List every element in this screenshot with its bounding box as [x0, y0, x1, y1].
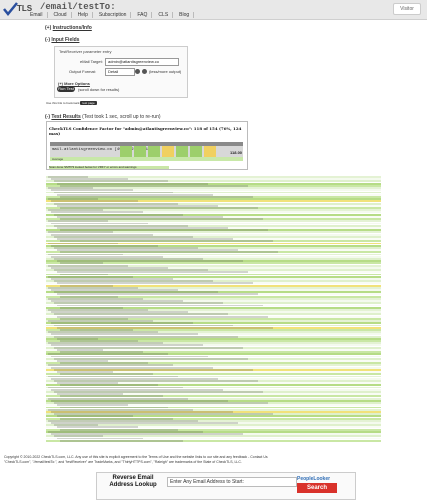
average-label: Average [52, 157, 64, 161]
ad-brand: PeopleLooker [297, 476, 331, 482]
menu-item-subscription[interactable]: Subscription [95, 12, 132, 18]
test-results-section-toggle[interactable]: (-) Test Results (Test took 1 sec, scrol… [45, 114, 161, 120]
result-cell-pass [190, 146, 202, 157]
results-title: CheckTLS Confidence Factor for "admin@at… [49, 126, 242, 136]
result-cell-pass [134, 146, 146, 157]
results-summary: CheckTLS Confidence Factor for "admin@at… [46, 121, 248, 170]
top-bar: TLS /email/testTo: Email Cloud Help Subs… [0, 0, 427, 20]
main-menu: Email Cloud Help Subscription FAQ CLS Bl… [26, 12, 195, 18]
form-legend: TestReceiver parameter entry [59, 49, 112, 54]
menu-item-blog[interactable]: Blog [175, 12, 195, 18]
results-table: mail.atlantisgreenview.co [49.76.227.211… [50, 142, 243, 162]
result-cell-warn [204, 146, 216, 157]
test-results-hint: (Test took 1 sec, scroll up to re-run) [82, 114, 161, 120]
menu-item-cloud[interactable]: Cloud [50, 12, 72, 18]
menu-item-email[interactable]: Email [26, 12, 48, 18]
bookmark-note: Use this link to bookmark test page [46, 101, 97, 105]
output-format-label: Output Format: [69, 69, 96, 74]
results-footer-note: Scan done SMTP3 looked below for VRFY or… [49, 166, 169, 169]
detail-log [46, 176, 381, 442]
email-label: eMail Target: [80, 59, 103, 64]
ad-search-button[interactable]: Search [297, 483, 337, 493]
page-footer: Copyright © 2010-2022 CheckTLS.com, LLC.… [4, 455, 424, 464]
trademark-text: "CheckTLS.com", "//email/testTo:", and "… [4, 459, 242, 464]
more-output-icon[interactable] [142, 69, 147, 74]
result-score: 118.00 [230, 150, 243, 155]
menu-item-faq[interactable]: FAQ [133, 12, 153, 18]
ad-title: Reverse Email Address Lookup [109, 475, 157, 488]
output-hint: (less/more output) [149, 69, 182, 74]
results-average-row [50, 157, 243, 161]
input-fields-section-toggle[interactable]: (-) Input Fields [45, 37, 79, 43]
log-line-text [60, 439, 183, 442]
less-output-icon[interactable] [135, 69, 140, 74]
instructions-link[interactable]: Instructions/Info [53, 25, 92, 31]
menu-item-help[interactable]: Help [74, 12, 93, 18]
menu-item-cls[interactable]: CLS [154, 12, 174, 18]
bookmark-link[interactable]: test page [80, 101, 97, 105]
result-cell-pass [148, 146, 160, 157]
instructions-section-toggle[interactable]: (+) Instructions/Info [45, 25, 92, 31]
output-format-select[interactable]: Detail [105, 68, 135, 76]
result-cell-pass [120, 146, 132, 157]
run-hint: (scroll down for results) [78, 87, 120, 92]
page-title: /email/testTo: [40, 2, 116, 12]
result-cell-pass [176, 146, 188, 157]
advert-banner[interactable]: Reverse Email Address Lookup Enter Any E… [96, 472, 356, 500]
visitor-button[interactable]: Visitor [393, 3, 421, 15]
bookmark-note-text: Use this link to bookmark [46, 101, 80, 105]
email-field[interactable]: admin@atlantisgreenview.co [105, 58, 179, 66]
input-fields-link[interactable]: Input Fields [51, 37, 79, 43]
ad-email-input[interactable]: Enter Any Email Address to Start: [167, 477, 297, 487]
result-cell-warn [162, 146, 174, 157]
test-results-link[interactable]: Test Results [51, 114, 80, 120]
run-test-button[interactable]: Run Test [57, 86, 75, 92]
log-line [46, 439, 381, 442]
